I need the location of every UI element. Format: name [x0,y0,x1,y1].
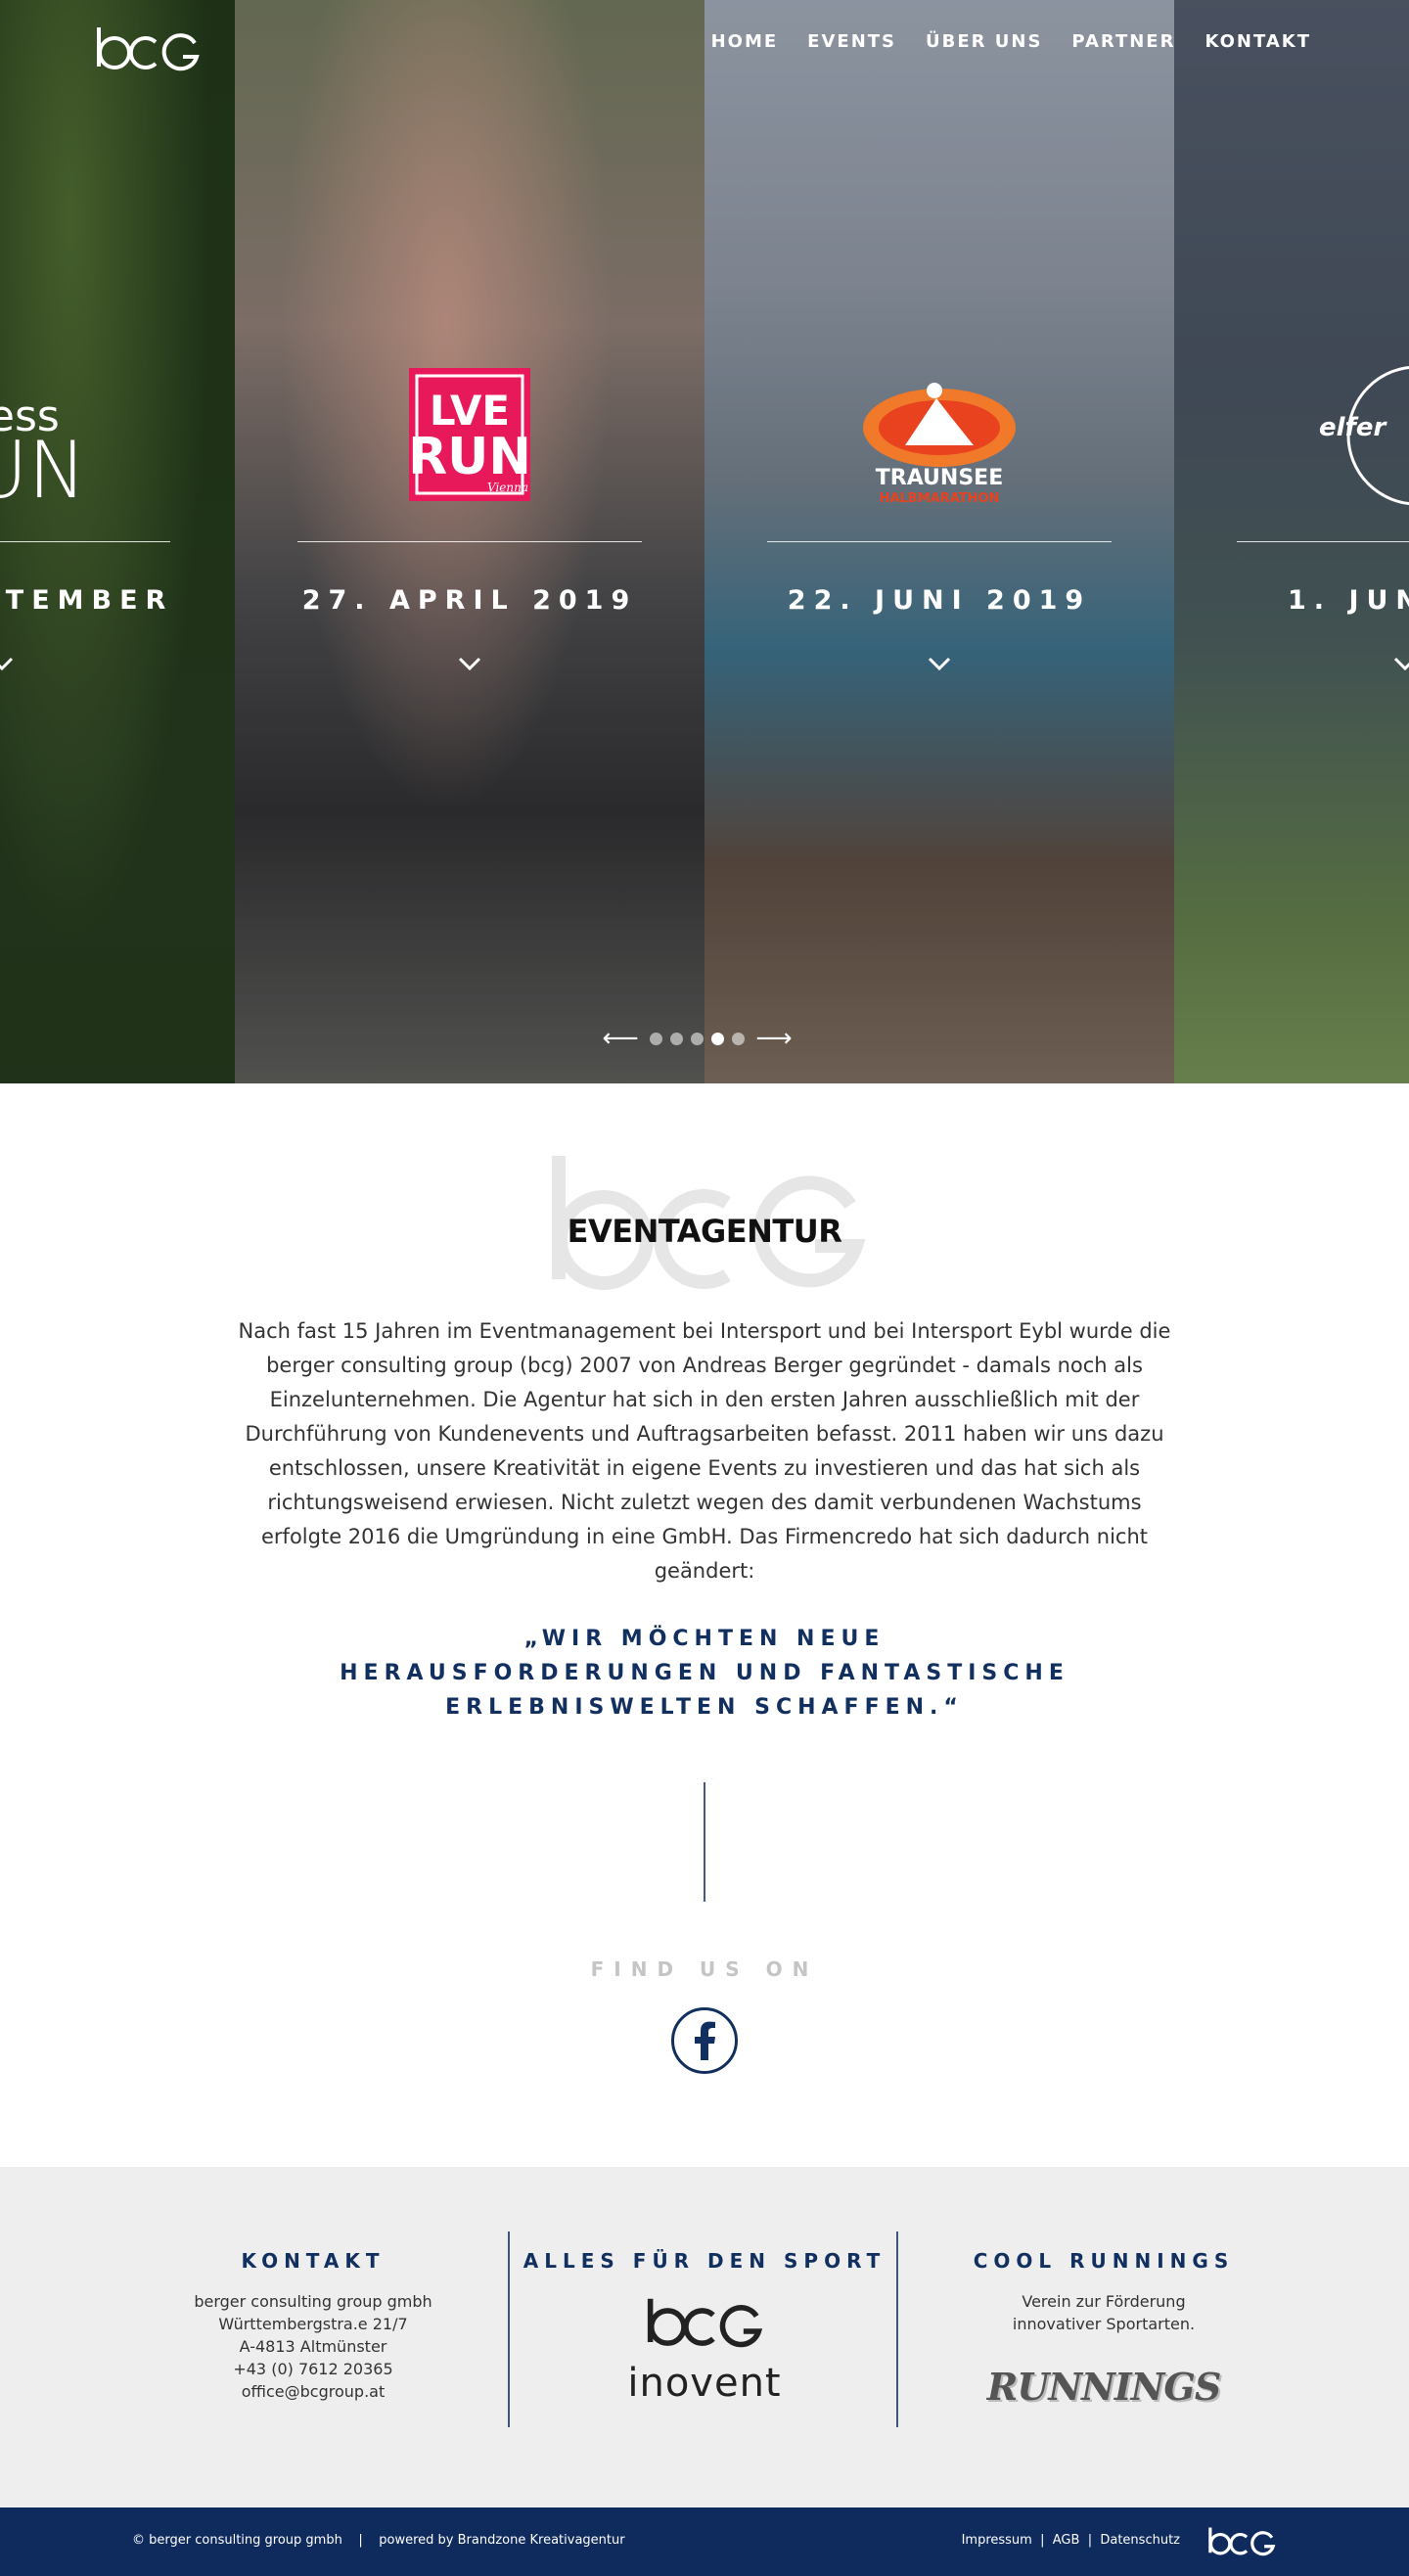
find-us-heading: FIND US ON [590,1957,819,1981]
event-date: PTEMBER [0,585,174,616]
event-slide-elferlauf[interactable]: elfer 1. JUN [1174,0,1409,1083]
impressum-link[interactable]: Impressum [962,2533,1032,2548]
event-slide-love-run[interactable]: LVE RUN Vienna 27. APRIL 2019 [235,0,704,1083]
chevron-down-icon[interactable] [458,656,481,671]
vertical-divider [704,1782,705,1902]
bcg-logo[interactable] [93,23,203,72]
event-divider [1237,541,1409,542]
nav-home[interactable]: HOME [711,31,779,52]
description-line: innovativer Sportarten. [1012,2315,1196,2333]
facebook-link[interactable] [671,2007,738,2074]
email[interactable]: office@bcgroup.at [242,2382,385,2401]
inovent-logo-text: inovent [627,2361,782,2406]
svg-text:HALBMARATHON: HALBMARATHON [880,491,1000,506]
svg-text:TRAUNSEE: TRAUNSEE [876,466,1003,490]
phone[interactable]: +43 (0) 7612 20365 [233,2360,392,2378]
bottom-bar: © berger consulting group gmbh | powered… [0,2507,1409,2576]
footer-info: KONTAKT berger consulting group gmbh Wür… [0,2167,1409,2507]
svg-text:Vienna: Vienna [487,481,528,494]
event-date: 27. APRIL 2019 [301,585,638,616]
city: A-4813 Altmünster [239,2337,387,2356]
event-date: 22. JUNI 2019 [787,585,1092,616]
arrow-right-icon[interactable]: ⟶ [752,1026,795,1051]
about-paragraph: Nach fast 15 Jahren im Eventmanagement b… [238,1319,1171,1583]
bcg-partner-logo[interactable] [644,2294,765,2349]
slider-controls: ⟵ ⟶ [599,1026,795,1051]
slider-dot[interactable] [732,1032,745,1045]
copyright: © berger consulting group gmbh | powered… [132,2533,625,2548]
copyright-text: © berger consulting group gmbh [132,2533,342,2548]
datenschutz-link[interactable]: Datenschutz [1100,2533,1180,2548]
site-header: HOME EVENTS ÜBER UNS PARTNER KONTAKT [0,0,1409,88]
footer-heading: ALLES FÜR DEN SPORT [523,2249,886,2273]
inovent-logo[interactable]: inovent [509,2361,900,2406]
event-divider [297,541,642,542]
fitness-run-logo: ness UN [0,391,86,516]
powered-by-link[interactable]: powered by Brandzone Kreativagentur [379,2533,624,2548]
legal-links: Impressum | AGB | Datenschutz [961,2533,1180,2548]
nav-events[interactable]: EVENTS [807,31,896,52]
facebook-icon [695,2021,715,2060]
event-date: 1. JUN [1288,585,1409,616]
chevron-down-icon[interactable] [0,656,14,671]
cool-runnings-description: Verein zur Förderung innovativer Sportar… [908,2290,1299,2335]
slider-dot[interactable] [650,1032,662,1045]
agb-link[interactable]: AGB [1053,2533,1080,2548]
page-title: EVENTAGENTUR [567,1213,842,1250]
slider-dot[interactable] [670,1032,683,1045]
svg-text:elfer: elfer [1319,413,1387,442]
chevron-down-icon[interactable] [1393,656,1409,671]
nav-ueber-uns[interactable]: ÜBER UNS [926,31,1042,52]
chevron-down-icon[interactable] [928,656,951,671]
quote-line: ERLEBNISWELTEN SCHAFFEN.“ [445,1695,964,1720]
quote-line: HERAUSFORDERUNGEN UND FANTASTISCHE [340,1661,1069,1685]
svg-text:UN: UN [0,425,86,516]
event-slide-traunsee[interactable]: TRAUNSEE HALBMARATHON 22. JUNI 2019 [704,0,1174,1083]
event-divider [0,541,170,542]
event-slide-fitness-run[interactable]: ness UN PTEMBER [0,0,235,1083]
cool-runnings-logo[interactable]: RUNNINGS [908,2365,1299,2409]
footer-col-sport: ALLES FÜR DEN SPORT inovent [509,2167,900,2406]
event-divider [767,541,1112,542]
company-credo-quote: „WIR MÖCHTEN NEUE HERAUSFORDERUNGEN UND … [0,1622,1409,1725]
description-line: Verein zur Förderung [1022,2292,1186,2311]
svg-text:RUN: RUN [409,428,530,486]
street: Württembergstra.e 21/7 [218,2315,408,2333]
slider-dot[interactable] [691,1032,704,1045]
footer-divider [896,2231,898,2427]
love-run-logo: LVE RUN Vienna [409,368,530,501]
arrow-left-icon[interactable]: ⟵ [599,1026,642,1051]
slider-dot-active[interactable] [711,1032,724,1045]
cool-runnings-logo-text: RUNNINGS [986,2365,1222,2409]
contact-address: berger consulting group gmbh Württemberg… [117,2290,509,2403]
footer-heading: COOL RUNNINGS [973,2249,1235,2273]
footer-col-kontakt: KONTAKT berger consulting group gmbh Wür… [117,2167,509,2403]
footer-heading: KONTAKT [241,2249,386,2273]
main-nav: HOME EVENTS ÜBER UNS PARTNER KONTAKT [682,31,1311,52]
bcg-footer-logo[interactable] [1206,2524,1277,2557]
quote-line: „WIR MÖCHTEN NEUE [523,1627,886,1651]
elfer-logo: elfer [1319,365,1409,506]
nav-partner[interactable]: PARTNER [1071,31,1175,52]
hero-slider: ness UN PTEMBER LVE RUN Vienna 27. APRIL… [0,0,1409,1083]
traunsee-halbmarathon-logo: TRAUNSEE HALBMARATHON [863,383,1016,506]
about-section: EVENTAGENTUR Nach fast 15 Jahren im Even… [0,1083,1409,2167]
nav-kontakt[interactable]: KONTAKT [1204,31,1311,52]
footer-col-cool-runnings: COOL RUNNINGS Verein zur Förderung innov… [908,2167,1299,2409]
company-name: berger consulting group gmbh [194,2292,432,2311]
